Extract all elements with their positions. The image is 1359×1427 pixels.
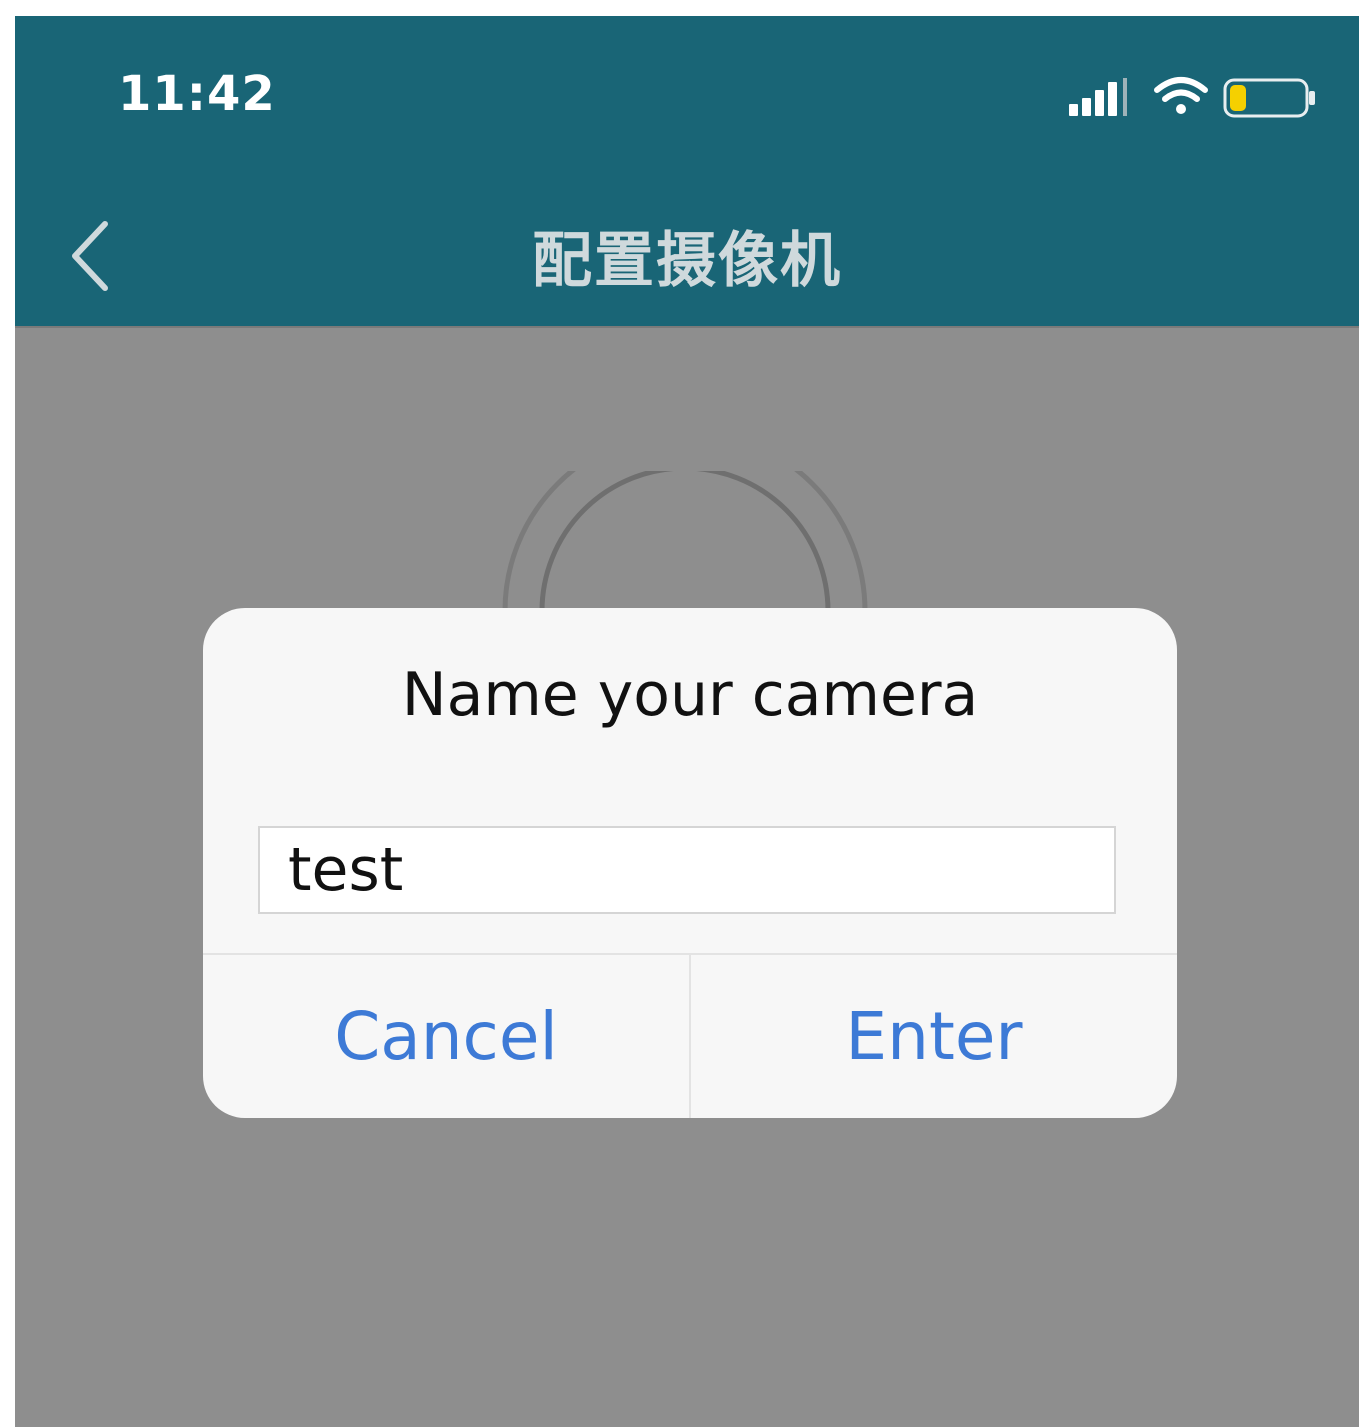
status-icons bbox=[1065, 74, 1325, 124]
header-divider bbox=[15, 326, 1359, 328]
name-camera-dialog: Name your camera Cancel Enter bbox=[203, 608, 1177, 1118]
wifi-icon bbox=[1154, 77, 1208, 114]
chevron-left-icon bbox=[72, 221, 108, 291]
connecting-arcs-icon bbox=[502, 471, 868, 611]
header: 11:42 配置摄像机 bbox=[15, 16, 1359, 326]
cancel-button[interactable]: Cancel bbox=[203, 955, 689, 1118]
dialog-buttons: Cancel Enter bbox=[203, 953, 1177, 1118]
enter-button[interactable]: Enter bbox=[691, 955, 1177, 1118]
dialog-title: Name your camera bbox=[401, 660, 979, 730]
battery-icon bbox=[1223, 78, 1315, 118]
back-button[interactable] bbox=[55, 206, 135, 296]
camera-name-input[interactable] bbox=[258, 826, 1116, 914]
screen: 11:42 配置摄像机 Name your camera test Cancel… bbox=[15, 16, 1359, 1427]
page-title: 配置摄像机 bbox=[532, 226, 842, 296]
status-time: 11:42 bbox=[118, 66, 276, 122]
signal-icon bbox=[1069, 78, 1127, 116]
